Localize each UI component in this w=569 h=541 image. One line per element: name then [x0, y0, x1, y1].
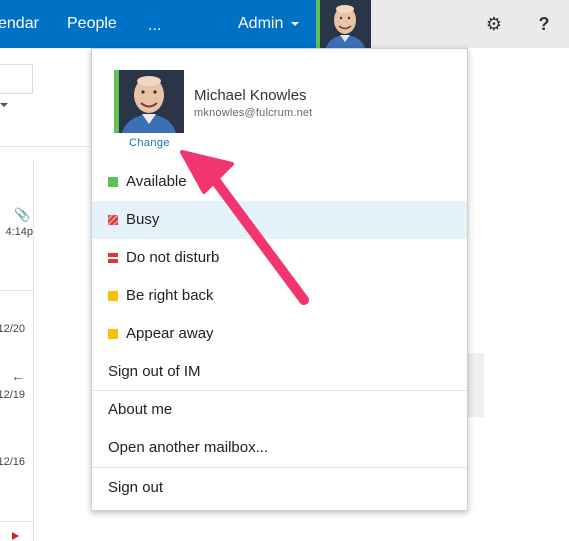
menu-label: About me	[108, 401, 173, 418]
search-box[interactable]	[0, 64, 33, 94]
status-be-right-back[interactable]: Be right back	[92, 277, 467, 315]
profile-name: Michael Knowles	[194, 87, 307, 104]
change-photo-link[interactable]: Change	[129, 137, 170, 149]
list-separator	[0, 290, 33, 291]
menu-separator	[92, 467, 467, 468]
status-square-icon	[108, 177, 118, 187]
sign-out-im-item[interactable]: Sign out of IM	[92, 353, 467, 391]
help-icon[interactable]: ?	[536, 12, 552, 36]
list-divider	[0, 146, 90, 147]
status-square-icon	[108, 291, 118, 301]
list-item-time: 12/16	[0, 456, 25, 468]
status-label: Be right back	[126, 287, 214, 304]
nav-more[interactable]: ...	[148, 0, 161, 48]
about-me-item[interactable]: About me	[92, 391, 467, 429]
user-portrait-icon	[320, 0, 371, 48]
status-label: Busy	[126, 211, 160, 228]
paperclip-icon: 📎	[14, 207, 31, 222]
list-item-time: 12/19	[0, 389, 25, 401]
list-item-time: 4:14p	[5, 226, 33, 238]
list-item-time: 12/20	[0, 323, 25, 335]
open-another-mailbox-item[interactable]: Open another mailbox...	[92, 429, 467, 467]
reading-pane-fragment	[466, 353, 484, 417]
status-available[interactable]: Available	[92, 163, 467, 201]
menu-label: Sign out of IM	[108, 363, 201, 380]
nav-people[interactable]: People	[67, 0, 117, 48]
status-label: Available	[126, 173, 187, 190]
profile-dropdown: Change Michael Knowles mknowles@fulcrum.…	[91, 48, 468, 511]
list-separator	[0, 521, 33, 522]
presence-indicator	[114, 70, 119, 133]
sign-out-item[interactable]: Sign out	[92, 469, 467, 507]
reply-icon: ←	[11, 368, 25, 384]
nav-admin[interactable]: Admin	[238, 0, 283, 48]
menu-label: Open another mailbox...	[108, 439, 269, 456]
status-square-icon	[108, 215, 118, 225]
profile-email: mknowles@fulcrum.net	[194, 107, 313, 119]
avatar[interactable]	[320, 0, 371, 48]
user-portrait-icon	[114, 70, 184, 133]
nav-calendar[interactable]: endar	[0, 0, 39, 48]
menu-label: Sign out	[108, 479, 164, 496]
status-label: Do not disturb	[126, 249, 220, 266]
status-square-icon	[108, 329, 118, 339]
status-label: Appear away	[126, 325, 214, 342]
status-do-not-disturb[interactable]: Do not disturb	[92, 239, 467, 277]
status-appear-away[interactable]: Appear away	[92, 315, 467, 353]
status-square-icon	[108, 253, 118, 263]
profile-avatar[interactable]	[114, 70, 184, 133]
chevron-down-icon[interactable]	[291, 22, 299, 26]
top-nav-bar: endar People ... Admin ⚙ ?	[0, 0, 569, 48]
gear-icon[interactable]: ⚙	[484, 13, 504, 35]
flag-icon[interactable]	[12, 532, 19, 540]
list-border	[33, 160, 34, 541]
status-busy[interactable]: Busy	[92, 201, 467, 239]
chevron-down-icon[interactable]	[0, 103, 8, 107]
